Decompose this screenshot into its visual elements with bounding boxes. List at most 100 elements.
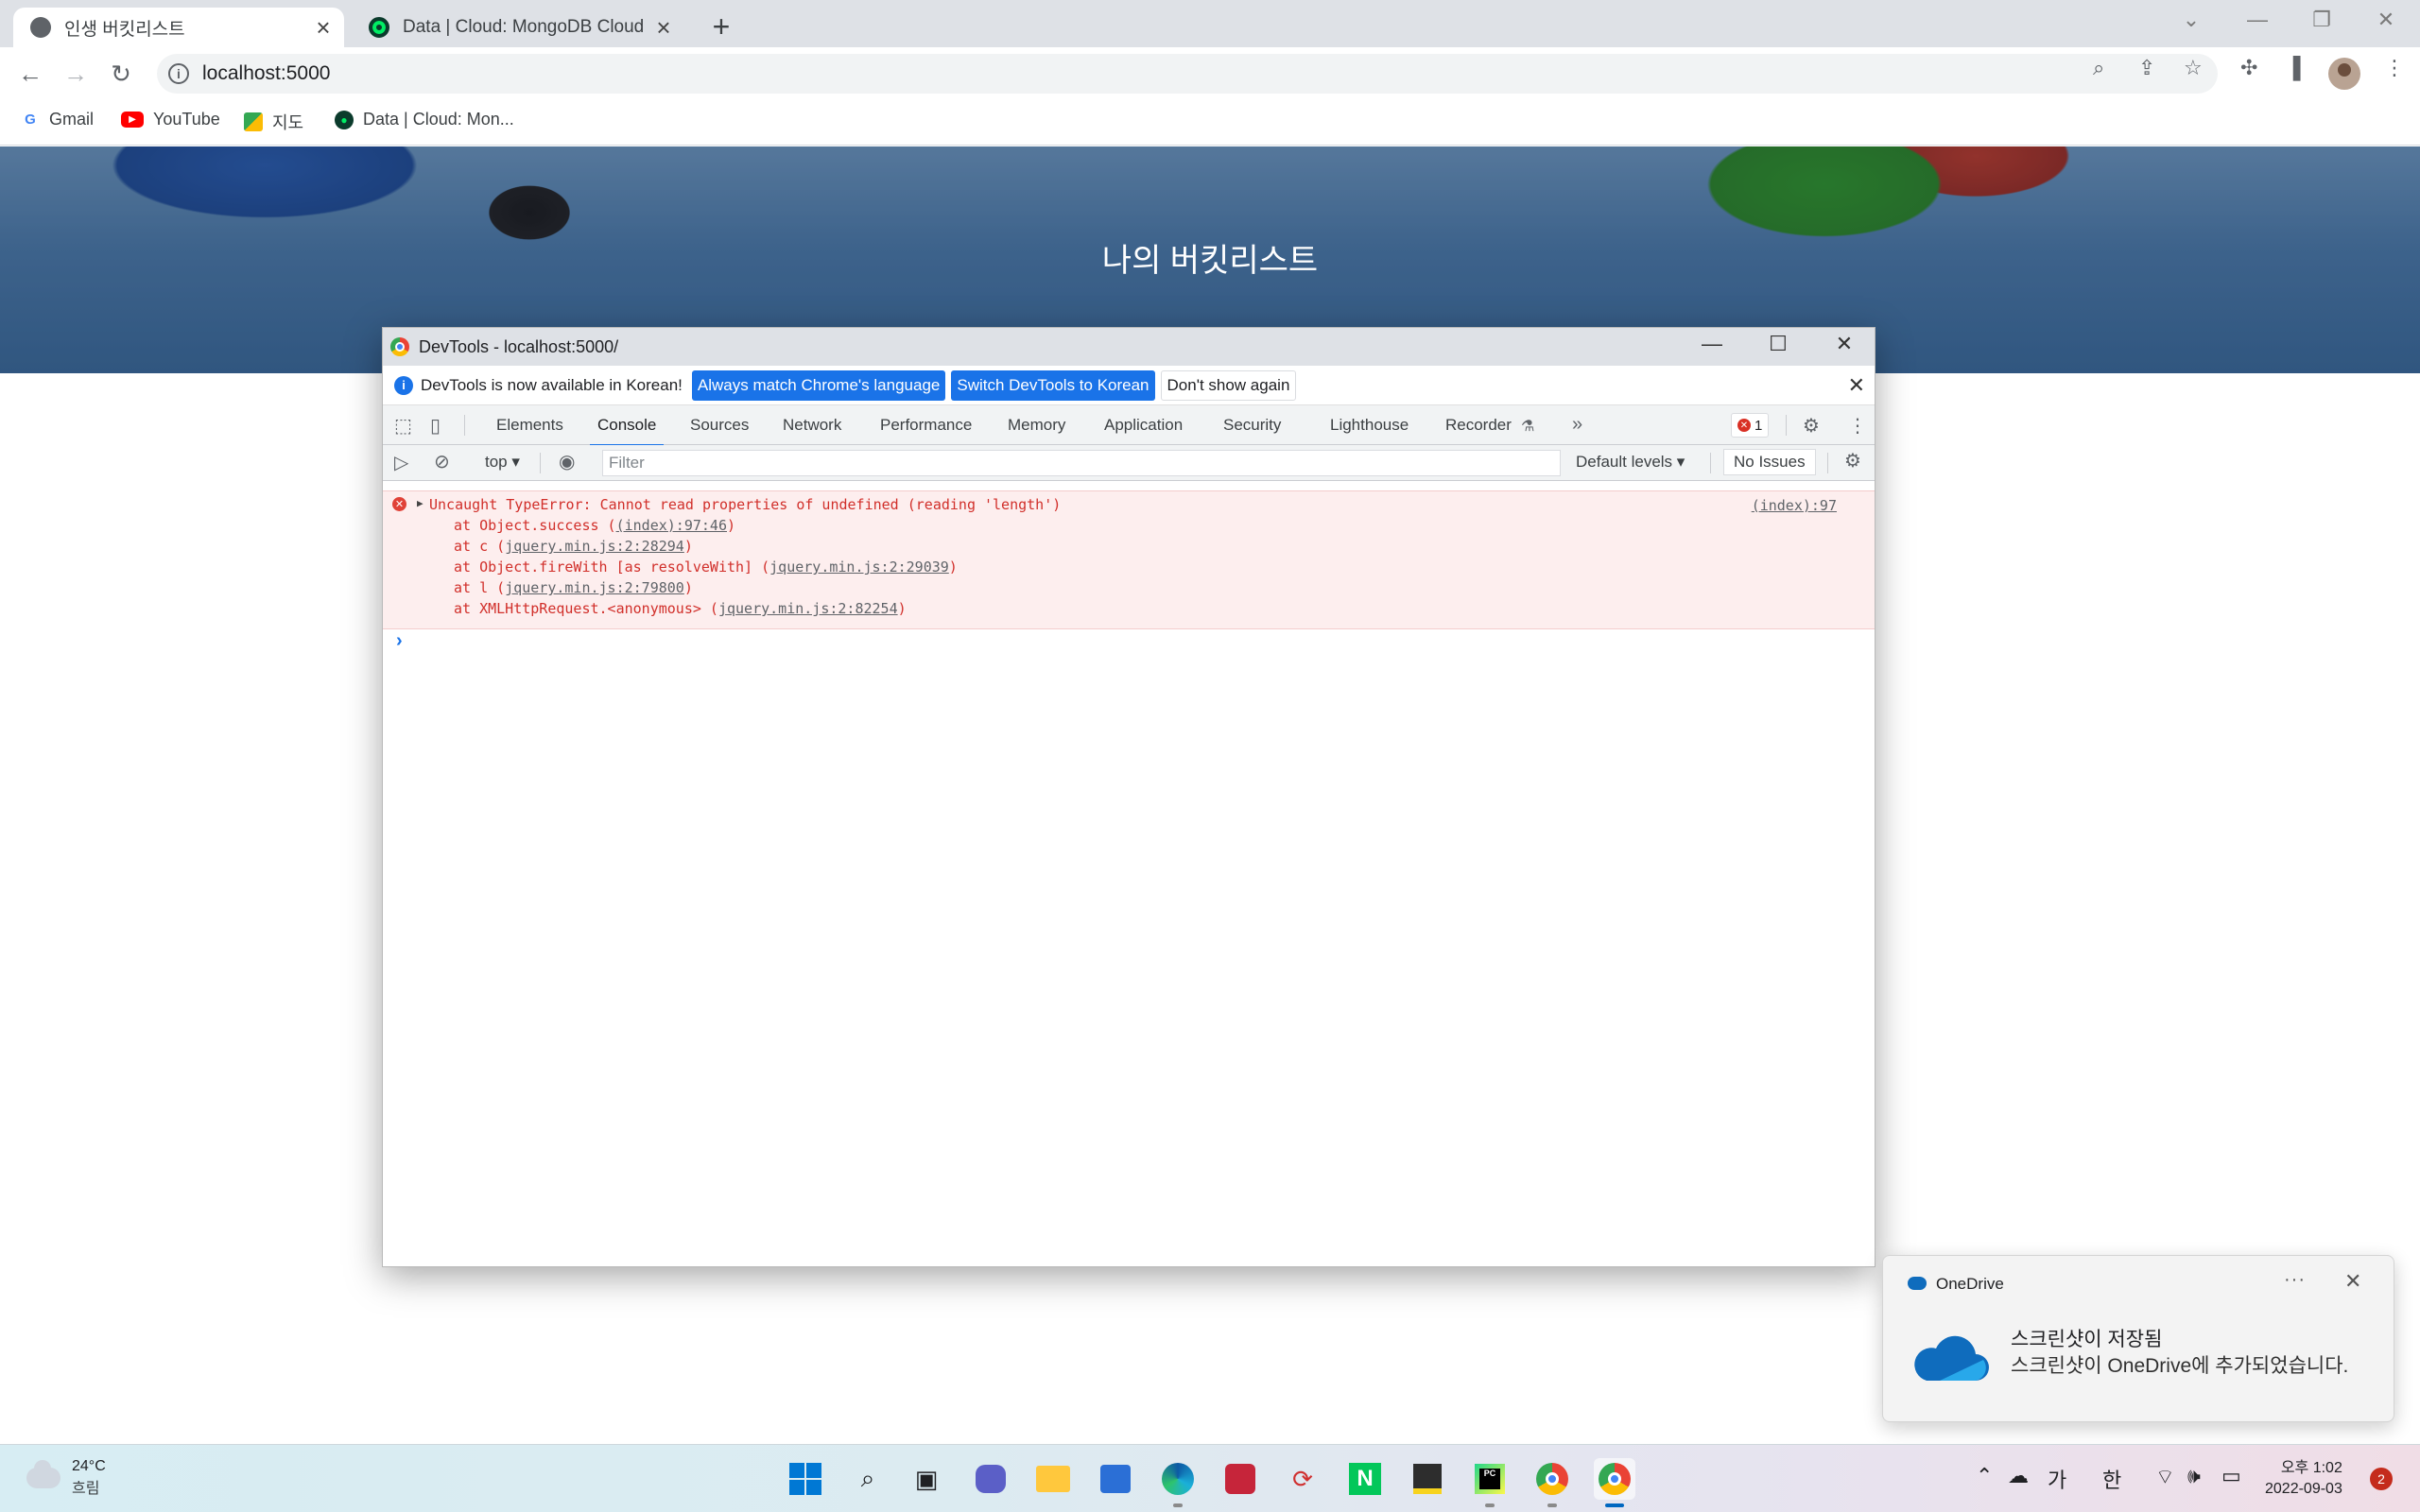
bookmark-youtube[interactable]: ▶ YouTube <box>121 110 220 129</box>
switch-korean-button[interactable]: Switch DevTools to Korean <box>951 369 1155 401</box>
search-icon[interactable]: ⌕ <box>847 1458 889 1500</box>
sync-app-icon[interactable]: ⟳ <box>1282 1458 1323 1500</box>
close-tab-icon[interactable]: × <box>650 13 677 42</box>
inspect-element-icon[interactable]: ⬚ <box>394 414 412 438</box>
stack-frame-link[interactable]: jquery.min.js:2:29039 <box>769 558 949 576</box>
tab-recorder[interactable]: Recorder <box>1445 405 1512 445</box>
share-icon[interactable]: ⇪ <box>2138 56 2155 80</box>
console-settings-gear-icon[interactable]: ⚙ <box>1844 449 1861 472</box>
stack-frame-link[interactable]: jquery.min.js:2:82254 <box>718 600 898 617</box>
close-window-button[interactable]: ✕ <box>2367 8 2405 32</box>
profile-avatar[interactable] <box>2328 58 2360 90</box>
ime-mode-2[interactable]: 한 <box>2102 1464 2121 1494</box>
file-explorer-icon[interactable] <box>1032 1458 1074 1500</box>
system-clock[interactable]: 오후 1:02 2022-09-03 <box>2265 1458 2342 1500</box>
address-bar[interactable]: i localhost:5000 <box>157 54 2218 94</box>
devtools-menu-icon[interactable]: ⋮ <box>1848 414 1867 438</box>
more-tabs-icon[interactable]: » <box>1572 414 1582 436</box>
error-icon: ✕ <box>392 497 406 511</box>
restore-button[interactable]: ❐ <box>2303 8 2341 32</box>
edge-browser-icon[interactable] <box>1157 1458 1199 1507</box>
tab-mongodb[interactable]: Data | Cloud: MongoDB Cloud × <box>354 8 684 47</box>
teams-chat-icon[interactable] <box>970 1458 1011 1500</box>
reload-button[interactable]: ↻ <box>104 57 138 91</box>
expand-triangle-icon[interactable]: ▶ <box>417 497 424 509</box>
match-language-button[interactable]: Always match Chrome's language <box>691 369 946 401</box>
console-error-message[interactable]: ✕ ▶ Uncaught TypeError: Cannot read prop… <box>383 490 1875 629</box>
stack-frame-text: at Object.success ( <box>454 517 616 534</box>
notification-badge[interactable]: 2 <box>2370 1468 2393 1490</box>
sidebar-toggle-icon[interactable]: ▷ <box>394 451 408 474</box>
console-prompt-icon[interactable]: › <box>396 630 403 652</box>
stack-frame-text: at l ( <box>454 579 506 596</box>
log-levels-dropdown[interactable]: Default levels ▾ <box>1576 453 1685 472</box>
microsoft-store-icon[interactable] <box>1095 1458 1136 1500</box>
tab-memory[interactable]: Memory <box>1008 405 1065 445</box>
minimize-button[interactable]: — <box>2238 8 2276 32</box>
close-infobar-icon[interactable]: ✕ <box>1848 373 1865 398</box>
app-icon[interactable] <box>1219 1458 1261 1500</box>
tab-search-icon[interactable]: ⌄ <box>2172 8 2210 32</box>
tab-performance[interactable]: Performance <box>880 405 972 445</box>
error-count-badge[interactable]: ✕ 1 <box>1731 413 1770 438</box>
devtools-titlebar[interactable]: DevTools - localhost:5000/ — ☐ ✕ <box>383 328 1875 366</box>
console-filter-input[interactable]: Filter <box>602 450 1561 476</box>
start-button[interactable] <box>785 1458 826 1500</box>
device-toolbar-icon[interactable]: ▯ <box>430 414 441 438</box>
chrome-active-taskbar-icon[interactable] <box>1594 1458 1635 1507</box>
settings-gear-icon[interactable]: ⚙ <box>1803 414 1820 438</box>
naver-icon[interactable]: N <box>1344 1458 1386 1500</box>
close-toast-icon[interactable]: ✕ <box>2344 1269 2361 1294</box>
error-source-link[interactable]: (index):97 <box>1752 497 1837 514</box>
bookmark-mongodb[interactable]: ● Data | Cloud: Mon... <box>335 110 514 129</box>
forward-button[interactable]: → <box>59 57 93 91</box>
stack-frame-link[interactable]: jquery.min.js:2:28294 <box>505 538 684 555</box>
bookmark-gmail[interactable]: G Gmail <box>21 110 94 129</box>
new-tab-button[interactable]: + <box>706 9 736 44</box>
onedrive-tray-icon[interactable]: ☁ <box>2008 1464 2029 1488</box>
tab-elements[interactable]: Elements <box>496 405 563 445</box>
tab-network[interactable]: Network <box>783 405 841 445</box>
infobar-message: DevTools is now available in Korean! <box>421 375 683 394</box>
site-info-icon[interactable]: i <box>168 63 189 84</box>
devtools-maximize-button[interactable]: ☐ <box>1759 332 1797 356</box>
bookmark-star-icon[interactable]: ☆ <box>2184 56 2203 80</box>
battery-icon[interactable]: ▭ <box>2221 1464 2241 1488</box>
tab-lighthouse[interactable]: Lighthouse <box>1330 405 1409 445</box>
devtools-close-button[interactable]: ✕ <box>1825 332 1863 356</box>
zoom-icon[interactable]: ⌕ <box>2093 56 2104 80</box>
task-view-icon[interactable]: ▣ <box>906 1458 947 1500</box>
ime-mode-1[interactable]: 가 <box>2048 1464 2066 1494</box>
dont-show-again-button[interactable]: Don't show again <box>1160 369 1297 401</box>
chrome-taskbar-icon[interactable] <box>1531 1458 1573 1507</box>
pycharm-icon[interactable]: PC <box>1469 1458 1511 1507</box>
tab-sources[interactable]: Sources <box>690 405 749 445</box>
stack-frame-text: at c ( <box>454 538 506 555</box>
bookmark-maps[interactable]: 지도 <box>244 110 303 134</box>
weather-widget[interactable]: 24°C 흐림 <box>26 1458 106 1498</box>
onedrive-notification[interactable]: OneDrive ··· ✕ 스크린샷이 저장됨 스크린샷이 OneDrive에… <box>1882 1255 2394 1422</box>
chrome-menu-icon[interactable]: ⋮ <box>2384 56 2405 80</box>
stack-frame-link[interactable]: (index):97:46 <box>616 517 727 534</box>
live-expression-eye-icon[interactable]: ◉ <box>559 450 575 473</box>
tab-application[interactable]: Application <box>1104 405 1183 445</box>
tab-bucketlist[interactable]: 인생 버킷리스트 × <box>13 8 344 47</box>
tab-security[interactable]: Security <box>1223 405 1281 445</box>
tray-overflow-chevron-icon[interactable]: ⌃ <box>1976 1464 1993 1488</box>
close-tab-icon[interactable]: × <box>310 13 337 42</box>
stack-frame-link[interactable]: jquery.min.js:2:79800 <box>505 579 684 596</box>
url-text: localhost:5000 <box>202 62 331 84</box>
sticky-notes-icon[interactable] <box>1407 1458 1448 1500</box>
clear-console-icon[interactable]: ⊘ <box>434 450 450 473</box>
side-panel-icon[interactable]: ▐ <box>2286 56 2301 80</box>
extensions-icon[interactable]: ✣ <box>2240 56 2257 80</box>
tab-console[interactable]: Console <box>589 405 665 446</box>
devtools-minimize-button[interactable]: — <box>1693 332 1731 356</box>
wifi-icon[interactable]: ⌔ <box>2155 1464 2175 1490</box>
more-options-icon[interactable]: ··· <box>2284 1269 2306 1291</box>
issues-button[interactable]: No Issues <box>1723 449 1816 475</box>
context-selector[interactable]: top ▾ <box>485 453 520 472</box>
back-button[interactable]: ← <box>13 57 47 91</box>
volume-icon[interactable]: 🕪 <box>2187 1464 2201 1488</box>
globe-icon <box>30 17 51 38</box>
